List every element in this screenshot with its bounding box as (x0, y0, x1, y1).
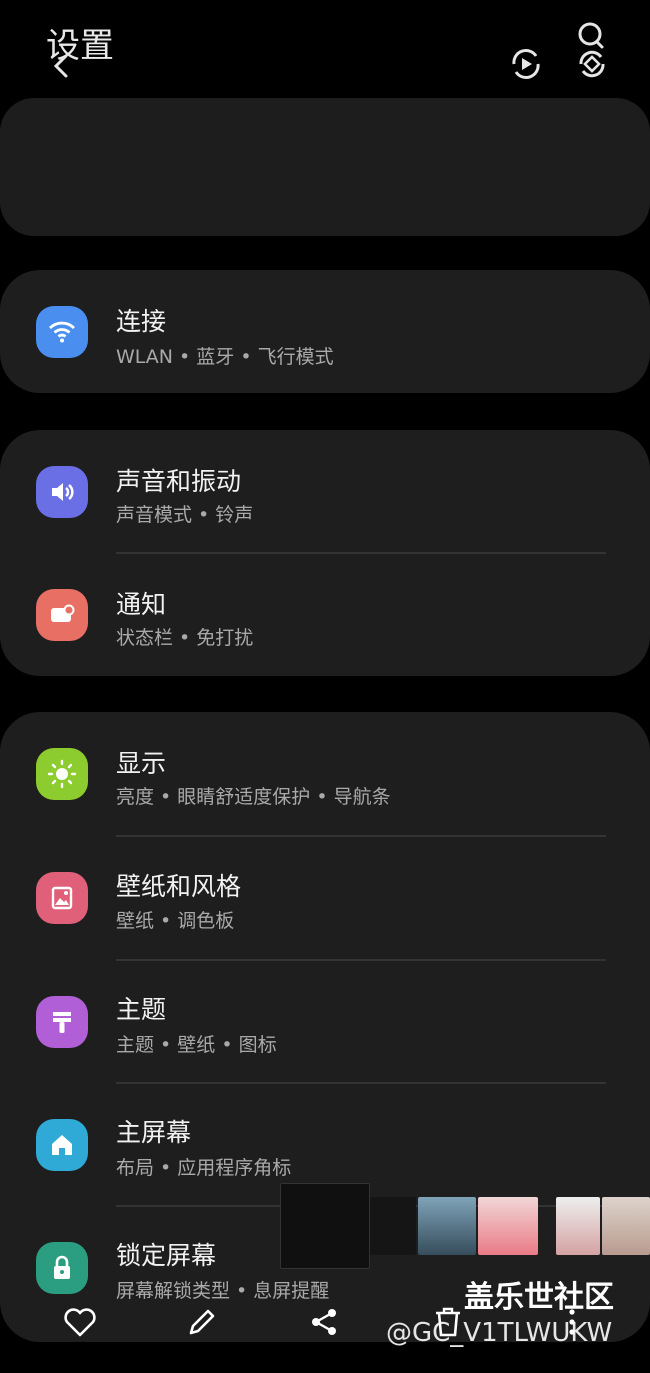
refresh-icon[interactable] (572, 44, 612, 84)
thumbnail[interactable] (602, 1197, 650, 1255)
settings-item-subtitle: 壁纸 • 调色板 (116, 910, 235, 932)
settings-item-label: 主屏幕 (116, 1118, 192, 1147)
settings-item-notifications[interactable]: 通知 状态栏 • 免打扰 (0, 553, 650, 676)
settings-item-subtitle: 声音模式 • 铃声 (116, 504, 254, 526)
wallpaper-icon (36, 872, 88, 924)
delete-icon[interactable] (428, 1302, 468, 1342)
thumbnail[interactable] (556, 1197, 600, 1255)
settings-item-label: 通知 (116, 590, 167, 619)
thumbnail[interactable] (418, 1197, 476, 1255)
settings-item-display[interactable]: 显示 亮度 • 眼睛舒适度保护 • 导航条 (0, 712, 650, 835)
settings-item-sound[interactable]: 声音和振动 声音模式 • 铃声 (0, 430, 650, 553)
settings-item-subtitle: WLAN • 蓝牙 • 飞行模式 (116, 346, 334, 368)
notification-icon (36, 589, 88, 641)
settings-item-subtitle: 屏幕解锁类型 • 息屏提醒 (116, 1280, 330, 1302)
back-icon[interactable] (48, 50, 78, 80)
account-card[interactable] (0, 98, 650, 236)
settings-item-subtitle: 亮度 • 眼睛舒适度保护 • 导航条 (116, 786, 391, 808)
share-icon[interactable] (304, 1302, 344, 1342)
settings-item-themes[interactable]: 主题 主题 • 壁纸 • 图标 (0, 960, 650, 1083)
edit-icon[interactable] (182, 1302, 222, 1342)
settings-item-connections[interactable]: 连接 WLAN • 蓝牙 • 飞行模式 (0, 270, 650, 393)
thumbnail-strip[interactable] (280, 1183, 650, 1271)
settings-item-subtitle: 主题 • 壁纸 • 图标 (116, 1034, 277, 1056)
thumbnail[interactable] (478, 1197, 538, 1255)
heart-icon[interactable] (60, 1302, 100, 1342)
settings-item-subtitle: 布局 • 应用程序角标 (116, 1157, 292, 1179)
settings-item-label: 声音和振动 (116, 467, 242, 496)
settings-group-sound: 声音和振动 声音模式 • 铃声 通知 状态栏 • 免打扰 (0, 430, 650, 676)
account-sync-icon[interactable] (506, 44, 546, 84)
settings-item-label: 主题 (116, 995, 167, 1024)
theme-icon (36, 996, 88, 1048)
thumbnail[interactable] (370, 1197, 416, 1255)
thumbnail-current[interactable] (280, 1183, 370, 1269)
lock-icon (36, 1242, 88, 1294)
settings-group-connections: 连接 WLAN • 蓝牙 • 飞行模式 (0, 270, 650, 393)
settings-item-label: 连接 (116, 307, 167, 336)
wifi-icon (36, 306, 88, 358)
settings-item-subtitle: 状态栏 • 免打扰 (116, 627, 254, 649)
settings-item-label: 壁纸和风格 (116, 872, 242, 901)
settings-item-label: 锁定屏幕 (116, 1241, 217, 1270)
settings-item-label: 显示 (116, 749, 167, 778)
more-icon[interactable] (552, 1302, 592, 1342)
home-icon (36, 1119, 88, 1171)
brightness-icon (36, 748, 88, 800)
volume-icon (36, 466, 88, 518)
settings-item-wallpaper[interactable]: 壁纸和风格 壁纸 • 调色板 (0, 836, 650, 959)
